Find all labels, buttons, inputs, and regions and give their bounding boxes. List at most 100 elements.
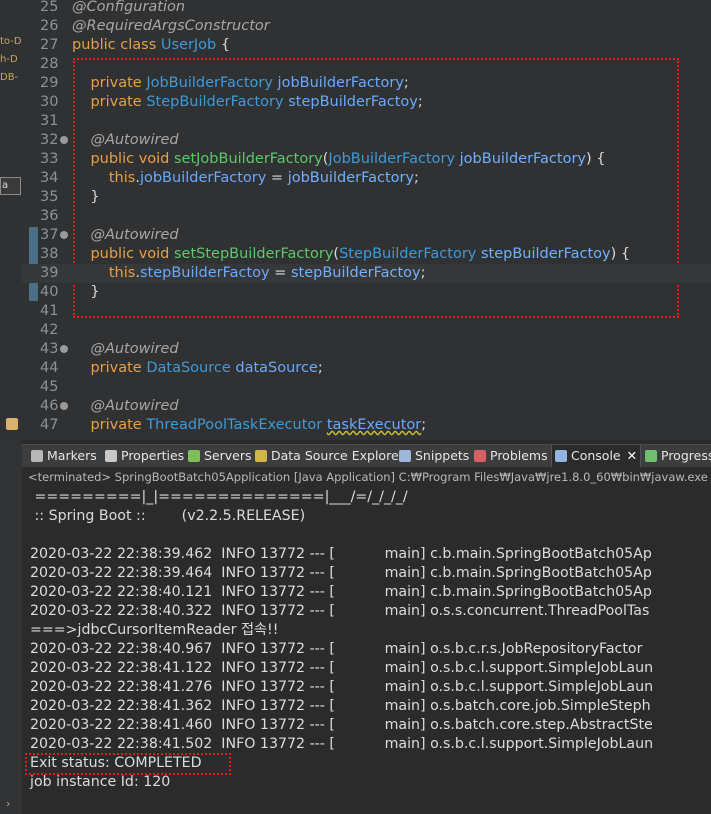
code-token: @Autowired (90, 398, 179, 414)
code-token: = (266, 170, 288, 186)
line-number: 45 (40, 379, 59, 395)
code-token: private (90, 417, 147, 433)
code-line[interactable]: 46 @Autowired (22, 397, 711, 416)
code-line[interactable]: 25 @Configuration (22, 0, 711, 17)
close-icon[interactable]: ✕ (627, 448, 637, 463)
code-line[interactable]: 31 (22, 112, 711, 131)
code-token: public (72, 37, 121, 53)
code-token: void (138, 151, 174, 167)
code-line[interactable]: 28 (22, 55, 711, 74)
code-text: public class UserJob { (72, 36, 230, 55)
fold-toggle-icon[interactable] (60, 231, 68, 239)
code-line[interactable]: 32 @Autowired (22, 131, 711, 150)
properties-icon (105, 450, 117, 462)
tab-data-source-explorer[interactable]: Data Source Explorer (252, 445, 407, 467)
line-number: 41 (40, 303, 59, 319)
code-line[interactable]: 35 } (22, 188, 711, 207)
line-number: 38 (40, 246, 59, 262)
tab-problems[interactable]: Problems (471, 445, 551, 467)
code-line[interactable]: 41 (22, 302, 711, 321)
code-line[interactable]: 29 private JobBuilderFactory jobBuilderF… (22, 74, 711, 93)
scroll-arrow-icon[interactable]: › (6, 797, 10, 810)
code-line[interactable]: 39 this.stepBuilderFactoy = stepBuilderF… (22, 264, 711, 283)
line-number: 33 (40, 151, 59, 167)
code-line[interactable]: 33 public void setJobBuilderFactory(JobB… (22, 150, 711, 169)
line-number: 47 (40, 417, 59, 433)
views-tab-bar: Markers Properties Servers Data Source Expl… (22, 444, 711, 468)
tab-properties[interactable]: Properties (102, 445, 187, 467)
tab-progress[interactable]: Progress (642, 445, 711, 467)
code-line[interactable]: 38 public void setStepBuilderFactory(Ste… (22, 245, 711, 264)
line-number: 26 (40, 18, 59, 34)
code-token: ) { (586, 151, 606, 167)
tab-label: Problems (490, 448, 548, 463)
code-text: private StepBuilderFactory stepBuilderFa… (72, 93, 423, 112)
tab-servers[interactable]: Servers (185, 445, 255, 467)
line-number: 42 (40, 322, 59, 338)
console-output: =========|_|==============|___/=/_/_/_/ … (22, 487, 711, 814)
console-line: 2020-03-22 22:38:41.460 INFO 13772 --- [… (30, 717, 653, 733)
code-line[interactable]: 26 @RequiredArgsConstructor (22, 17, 711, 36)
line-number: 36 (40, 208, 59, 224)
line-number: 31 (40, 113, 59, 129)
fold-toggle-icon[interactable] (60, 402, 68, 410)
tab-console[interactable]: Console ✕ (551, 445, 642, 467)
code-text: public void setStepBuilderFactory(StepBu… (72, 245, 630, 264)
tab-label: Properties (121, 448, 185, 463)
code-line[interactable]: 34 this.jobBuilderFactory = jobBuilderFa… (22, 169, 711, 188)
code-line[interactable]: 47 private ThreadPoolTaskExecutor taskEx… (22, 416, 711, 435)
code-text: @Autowired (72, 226, 178, 245)
fold-toggle-icon[interactable] (60, 345, 68, 353)
console-line: 2020-03-22 22:38:39.462 INFO 13772 --- [… (30, 546, 652, 562)
tab-markers[interactable]: Markers (28, 445, 100, 467)
code-line[interactable]: 30 private StepBuilderFactory stepBuilde… (22, 93, 711, 112)
code-token: jobBuilderFactory (277, 75, 404, 91)
code-text: @Configuration (72, 0, 185, 17)
fold-toggle-icon[interactable] (60, 136, 68, 144)
code-token: private (90, 360, 147, 376)
console-line: 2020-03-22 22:38:41.502 INFO 13772 --- [… (30, 736, 654, 752)
console-line: 2020-03-22 22:38:40.121 INFO 13772 --- [… (30, 584, 652, 600)
code-token: @Autowired (90, 341, 179, 357)
code-token: ThreadPoolTaskExecutor (146, 417, 327, 433)
console-line: 2020-03-22 22:38:41.276 INFO 13772 --- [… (30, 679, 654, 695)
line-number: 40 (40, 284, 59, 300)
code-line[interactable]: 37 @Autowired (22, 226, 711, 245)
code-token: ; (420, 265, 426, 281)
code-line[interactable]: 43 @Autowired (22, 340, 711, 359)
progress-icon (645, 450, 657, 462)
console-terminated-label: <terminated> SpringBootBatch05Applicatio… (22, 467, 711, 487)
code-line[interactable]: 42 (22, 321, 711, 340)
code-token: public (90, 246, 139, 262)
code-line[interactable]: 27 public class UserJob { (22, 36, 711, 55)
data-source-explorer-icon (255, 450, 267, 462)
code-text: private JobBuilderFactory jobBuilderFact… (72, 74, 408, 93)
code-token: jobBuilderFactory (139, 170, 267, 186)
line-number: 28 (40, 56, 59, 72)
code-token: this (108, 170, 136, 186)
line-number: 25 (40, 0, 59, 15)
code-text: private ThreadPoolTaskExecutor taskExecu… (72, 416, 426, 435)
tab-snippets[interactable]: Snippets (396, 445, 472, 467)
code-token: } (72, 189, 100, 205)
line-number: 27 (40, 37, 59, 53)
code-text: this.stepBuilderFactoy = stepBuilderFact… (72, 264, 426, 283)
code-token: UserJob (160, 37, 217, 53)
explorer-selected-item[interactable]: a (0, 177, 21, 195)
console-line: :: Spring Boot :: (v2.2.5.RELEASE) (30, 508, 306, 524)
code-line[interactable]: 44 private DataSource dataSource; (22, 359, 711, 378)
code-editor[interactable]: 25 @Configuration 26 @RequiredArgsConstruct… (22, 0, 711, 440)
code-token: ; (417, 94, 423, 110)
console-line: =========|_|==============|___/=/_/_/_/ (30, 489, 408, 505)
console-line: 2020-03-22 22:38:39.464 INFO 13772 --- [… (30, 565, 652, 581)
code-line[interactable]: 36 (22, 207, 711, 226)
code-token: StepBuilderFactory (146, 94, 289, 110)
code-line[interactable]: 45 (22, 378, 711, 397)
code-line[interactable]: 40 } (22, 283, 711, 302)
line-number: 39 (40, 265, 59, 281)
